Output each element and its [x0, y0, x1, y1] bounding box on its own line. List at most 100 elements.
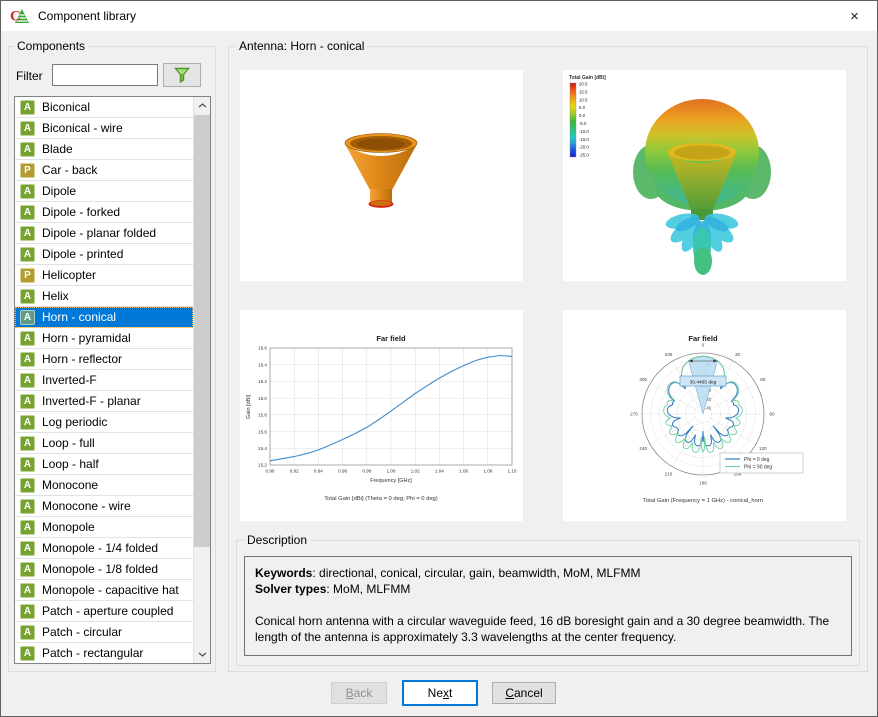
polar-chart-caption: Total Gain (Frequency = 1 GHz) - conical…: [643, 498, 763, 504]
polar-chart-title: Far field: [688, 334, 718, 343]
scrollbar-thumb[interactable]: [194, 115, 211, 547]
list-item[interactable]: A Dipole: [15, 181, 193, 202]
svg-text:300: 300: [639, 377, 647, 382]
list-item-label: Monopole - capacitive hat: [42, 583, 179, 597]
svg-text:-15.0: -15.0: [579, 137, 589, 142]
list-item-label: Dipole - forked: [42, 205, 120, 219]
svg-text:15.0: 15.0: [579, 89, 588, 94]
filter-label: Filter: [16, 69, 43, 83]
filter-input[interactable]: [52, 64, 158, 86]
list-item-label: Inverted-F: [42, 373, 97, 387]
list-item-label: Inverted-F - planar: [42, 394, 141, 408]
antenna-type-icon: A: [20, 373, 35, 388]
line-chart-xlabel: Frequency [GHz]: [370, 478, 412, 484]
next-button[interactable]: Next: [402, 680, 478, 706]
svg-text:Phi = 90 deg: Phi = 90 deg: [744, 464, 772, 470]
scroll-up-button[interactable]: [194, 97, 211, 114]
list-item[interactable]: ABiconical: [15, 97, 193, 118]
list-item-label: Horn - reflector: [42, 352, 122, 366]
list-item[interactable]: AHorn - pyramidal: [15, 328, 193, 349]
svg-text:0.94: 0.94: [314, 469, 323, 474]
antenna-type-icon: A: [20, 436, 35, 451]
antenna-type-icon: A: [20, 604, 35, 619]
cancel-button[interactable]: Cancel: [492, 682, 556, 704]
list-item-label: Blade: [42, 142, 73, 156]
svg-text:20.0: 20.0: [579, 82, 588, 87]
back-button[interactable]: Back: [331, 682, 387, 704]
svg-text:10.0: 10.0: [579, 97, 588, 102]
svg-text:0.98: 0.98: [362, 469, 371, 474]
list-item-label: Patch - circular: [42, 625, 122, 639]
svg-text:1.02: 1.02: [411, 469, 420, 474]
antenna-type-icon: A: [20, 646, 35, 661]
list-item[interactable]: ADipole - printed: [15, 244, 193, 265]
svg-text:30.4465 deg: 30.4465 deg: [690, 379, 717, 385]
scroll-down-button[interactable]: [194, 646, 211, 663]
list-item[interactable]: APatch - aperture coupled: [15, 601, 193, 622]
filter-button[interactable]: [163, 63, 201, 87]
svg-text:90: 90: [769, 412, 775, 417]
close-button[interactable]: ×: [832, 1, 877, 31]
svg-text:16.6: 16.6: [258, 346, 267, 351]
preview-gain-frequency-chart: Far field Frequency [GHz] Gain [dBi] Tot…: [240, 310, 523, 521]
list-item[interactable]: AHorn - conical: [15, 307, 193, 328]
list-item[interactable]: ABlade: [15, 139, 193, 160]
svg-text:210: 210: [665, 471, 673, 476]
list-item[interactable]: ALog periodic: [15, 412, 193, 433]
svg-text:-5.0: -5.0: [579, 121, 587, 126]
list-item[interactable]: AMonopole - 1/8 folded: [15, 559, 193, 580]
line-chart-ylabel: Gain [dBi]: [246, 394, 252, 419]
description-solver-line: Solver types: MoM, MLFMM: [255, 581, 841, 597]
list-item[interactable]: AMonopole - 1/4 folded: [15, 538, 193, 559]
list-item[interactable]: A Helix: [15, 286, 193, 307]
list-item-label: Dipole: [42, 184, 76, 198]
components-group-label: Components: [14, 39, 88, 53]
list-item[interactable]: APatch - circular: [15, 622, 193, 643]
preview-3d-model-image: [240, 70, 523, 281]
svg-text:0.92: 0.92: [290, 469, 299, 474]
list-item[interactable]: AMonopole: [15, 517, 193, 538]
list-item[interactable]: ALoop - full: [15, 433, 193, 454]
list-item[interactable]: ABiconical - wire: [15, 118, 193, 139]
description-body: Conical horn antenna with a circular wav…: [255, 613, 841, 645]
list-item[interactable]: AInverted-F - planar: [15, 391, 193, 412]
antenna-type-icon: A: [20, 184, 35, 199]
list-item-label: Horn - pyramidal: [42, 331, 131, 345]
svg-text:0: 0: [702, 343, 705, 348]
list-item-label: Loop - half: [42, 457, 99, 471]
svg-text:1.06: 1.06: [459, 469, 468, 474]
list-item[interactable]: PHelicopter: [15, 265, 193, 286]
list-item[interactable]: ADipole - planar folded: [15, 223, 193, 244]
component-list: ABiconicalABiconical - wireABladePCar - …: [14, 96, 211, 664]
antenna-type-icon: A: [20, 289, 35, 304]
antenna-type-icon: A: [20, 583, 35, 598]
line-chart-title: Far field: [376, 334, 406, 343]
line-chart-caption: Total Gain [dBi] (Theta = 0 deg; Phi = 0…: [324, 496, 437, 502]
list-item[interactable]: A Monopole - capacitive hat: [15, 580, 193, 601]
cadfeko-app-icon: C: [10, 6, 30, 26]
antenna-type-icon: A: [20, 499, 35, 514]
list-item-label: Monocone: [42, 478, 98, 492]
list-item-label: Horn - conical: [42, 310, 116, 324]
svg-text:15.8: 15.8: [258, 413, 267, 418]
svg-text:16.4: 16.4: [258, 362, 267, 367]
titlebar: C Component library: [1, 1, 877, 31]
svg-text:-40: -40: [705, 405, 712, 410]
list-item[interactable]: ADipole - forked: [15, 202, 193, 223]
list-item[interactable]: A Inverted-F: [15, 370, 193, 391]
antenna-group-label: Antenna: Horn - conical: [236, 39, 367, 53]
list-item-label: Monopole: [42, 520, 95, 534]
svg-text:0.0: 0.0: [579, 113, 586, 118]
list-item-label: Monocone - wire: [42, 499, 131, 513]
svg-text:5.0: 5.0: [579, 105, 586, 110]
list-item[interactable]: A Monocone - wire: [15, 496, 193, 517]
list-item[interactable]: APatch - rectangular: [15, 643, 193, 664]
list-item[interactable]: AHorn - reflector: [15, 349, 193, 370]
list-item[interactable]: ALoop - half: [15, 454, 193, 475]
list-scrollbar[interactable]: [193, 97, 210, 663]
list-item-label: Helix: [42, 289, 69, 303]
antenna-type-icon: A: [20, 562, 35, 577]
list-item[interactable]: AMonocone: [15, 475, 193, 496]
list-item[interactable]: PCar - back: [15, 160, 193, 181]
svg-text:0.90: 0.90: [266, 469, 275, 474]
